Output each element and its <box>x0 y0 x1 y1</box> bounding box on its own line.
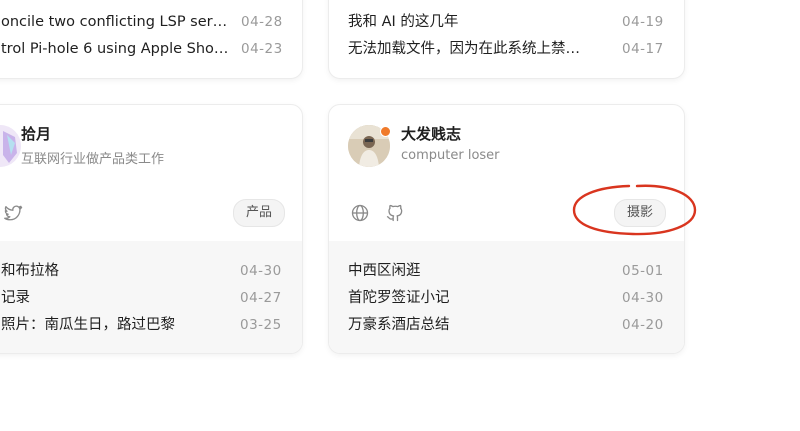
post-date: 04-30 <box>622 290 664 306</box>
avatar-image <box>0 125 21 167</box>
globe-icon[interactable] <box>350 203 370 223</box>
post-title[interactable]: oncile two conflicting LSP ser… <box>1 11 229 33</box>
post-date: 04-23 <box>241 41 283 57</box>
post-date: 04-28 <box>241 14 283 30</box>
status-dot <box>380 126 391 137</box>
post-row[interactable]: 无法加载文件，因为在此系统上禁… 04-17 <box>329 38 684 60</box>
post-date: 05-01 <box>622 263 664 279</box>
post-date: 03-25 <box>240 317 282 333</box>
author-name[interactable]: 大发贱志 <box>401 123 461 144</box>
post-date: 04-30 <box>240 263 282 279</box>
post-title[interactable]: 照片：南瓜生日，路过巴黎 <box>1 314 201 336</box>
post-row[interactable]: trol Pi-hole 6 using Apple Sho… 04-23 <box>0 38 302 60</box>
post-row[interactable]: 记录 04-27 <box>0 287 302 309</box>
twitter-icon[interactable] <box>3 203 23 223</box>
author-bio: 互联网行业做产品类工作 <box>21 152 165 167</box>
post-title[interactable]: 记录 <box>1 287 201 309</box>
post-title[interactable]: 首陀罗签证小记 <box>348 287 598 309</box>
author-card-dafa: 大发贱志 computer loser 摄影 中西区闲逛 05-01 首陀罗签证… <box>328 104 685 354</box>
post-row[interactable]: oncile two conflicting LSP ser… 04-28 <box>0 11 302 33</box>
post-title[interactable]: trol Pi-hole 6 using Apple Sho… <box>1 38 229 60</box>
post-title[interactable]: 我和 AI 的这几年 <box>348 11 603 33</box>
post-row[interactable]: 万豪系酒店总结 04-20 <box>329 314 684 336</box>
author-card-top-right: 我和 AI 的这几年 04-19 无法加载文件，因为在此系统上禁… 04-17 <box>328 0 685 79</box>
post-row[interactable]: 照片：南瓜生日，路过巴黎 03-25 <box>0 314 302 336</box>
post-row[interactable]: 我和 AI 的这几年 04-19 <box>329 11 684 33</box>
post-list: 中西区闲逛 05-01 首陀罗签证小记 04-30 万豪系酒店总结 04-20 <box>329 241 684 353</box>
avatar[interactable] <box>0 125 21 167</box>
tag-chip[interactable]: 产品 <box>233 199 286 227</box>
tag-chip[interactable]: 摄影 <box>614 199 667 227</box>
author-bio: computer loser <box>401 148 500 163</box>
post-title[interactable]: 无法加载文件，因为在此系统上禁… <box>348 38 603 60</box>
author-card-shiyue: 拾月 互联网行业做产品类工作 产品 和布拉格 04-30 记录 04-27 照片… <box>0 104 303 354</box>
post-date: 04-20 <box>622 317 664 333</box>
post-list: 和布拉格 04-30 记录 04-27 照片：南瓜生日，路过巴黎 03-25 <box>0 241 302 353</box>
post-row[interactable]: 首陀罗签证小记 04-30 <box>329 287 684 309</box>
post-date: 04-27 <box>240 290 282 306</box>
post-title[interactable]: 万豪系酒店总结 <box>348 314 598 336</box>
author-card-top-left: oncile two conflicting LSP ser… 04-28 tr… <box>0 0 303 79</box>
github-icon[interactable] <box>385 203 405 223</box>
post-title[interactable]: 和布拉格 <box>1 260 201 282</box>
avatar[interactable] <box>348 125 391 167</box>
post-title[interactable]: 中西区闲逛 <box>348 260 598 282</box>
post-date: 04-19 <box>622 14 664 30</box>
post-row[interactable]: 中西区闲逛 05-01 <box>329 260 684 282</box>
author-name[interactable]: 拾月 <box>21 123 51 144</box>
post-row[interactable]: 和布拉格 04-30 <box>0 260 302 282</box>
post-date: 04-17 <box>622 41 664 57</box>
